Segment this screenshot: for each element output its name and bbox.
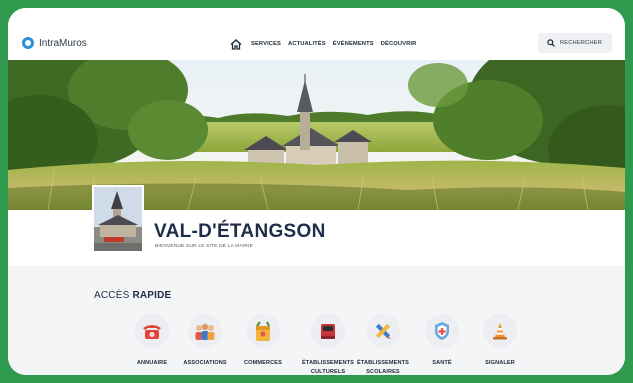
people-icon bbox=[188, 314, 222, 348]
book-icon bbox=[311, 314, 345, 348]
search-icon bbox=[547, 39, 555, 47]
nav-item-actualites[interactable]: ACTUALITÉS bbox=[288, 41, 326, 47]
nav-item-evenements[interactable]: ÉVÉNEMENTS bbox=[333, 41, 374, 47]
nav-item-services[interactable]: SERVICES bbox=[251, 41, 281, 47]
intramuros-logo-icon bbox=[22, 37, 34, 49]
search-label: RECHERCHER bbox=[560, 40, 602, 46]
app-window: IntraMuros SERVICES ACTUALITÉS ÉVÉNEMENT… bbox=[8, 8, 625, 375]
town-thumbnail-image bbox=[92, 185, 144, 253]
quick-access-title-light: ACCÈS bbox=[94, 290, 133, 301]
nav-item-decouvrir[interactable]: DÉCOUVRIR bbox=[381, 41, 417, 47]
quick-link-associations[interactable]: ASSOCIATIONS bbox=[175, 314, 235, 368]
shopping-bag-icon bbox=[246, 314, 280, 348]
quick-link-label: ASSOCIATIONS bbox=[183, 360, 227, 366]
quick-link-label: ANNUAIRE bbox=[136, 360, 168, 366]
top-navigation-bar: IntraMuros SERVICES ACTUALITÉS ÉVÉNEMENT… bbox=[8, 8, 625, 60]
search-button[interactable]: RECHERCHER bbox=[538, 33, 612, 53]
telephone-icon bbox=[135, 314, 169, 348]
health-shield-icon bbox=[425, 314, 459, 348]
quick-link-annuaire[interactable]: ANNUAIRE bbox=[122, 314, 182, 368]
main-nav: SERVICES ACTUALITÉS ÉVÉNEMENTS DÉCOUVRIR bbox=[230, 38, 416, 50]
quick-access-title: ACCÈS RAPIDE bbox=[94, 290, 171, 301]
home-icon[interactable] bbox=[230, 38, 244, 50]
quick-link-label: COMMERCES bbox=[244, 360, 282, 366]
town-subtitle: BIENVENUE SUR LE SITE DE LA MAIRIE bbox=[155, 244, 253, 249]
brand-logo-link[interactable]: IntraMuros bbox=[22, 37, 87, 49]
town-name-title: VAL-D'ÉTANGSON bbox=[154, 221, 326, 242]
quick-link-label: ÉTABLISSEMENTS CULTURELS bbox=[302, 360, 354, 375]
pencil-ruler-icon bbox=[366, 314, 400, 348]
quick-link-sante[interactable]: SANTÉ bbox=[412, 314, 472, 368]
quick-access-section: ACCÈS RAPIDE ANNUAIRE ASSOCIATIONS COMME… bbox=[8, 266, 625, 375]
quick-link-commerces[interactable]: COMMERCES bbox=[233, 314, 293, 368]
quick-link-label: ÉTABLISSEMENTS SCOLAIRES bbox=[357, 360, 409, 375]
quick-link-signaler[interactable]: SIGNALER bbox=[470, 314, 530, 368]
quick-link-etablissements-scolaires[interactable]: ÉTABLISSEMENTS SCOLAIRES bbox=[353, 314, 413, 375]
quick-link-label: SIGNALER bbox=[485, 360, 515, 366]
quick-link-etablissements-culturels[interactable]: ÉTABLISSEMENTS CULTURELS bbox=[298, 314, 358, 375]
traffic-cone-icon bbox=[483, 314, 517, 348]
quick-access-title-bold: RAPIDE bbox=[132, 290, 172, 301]
brand-name: IntraMuros bbox=[39, 37, 87, 49]
quick-link-label: SANTÉ bbox=[432, 360, 452, 366]
